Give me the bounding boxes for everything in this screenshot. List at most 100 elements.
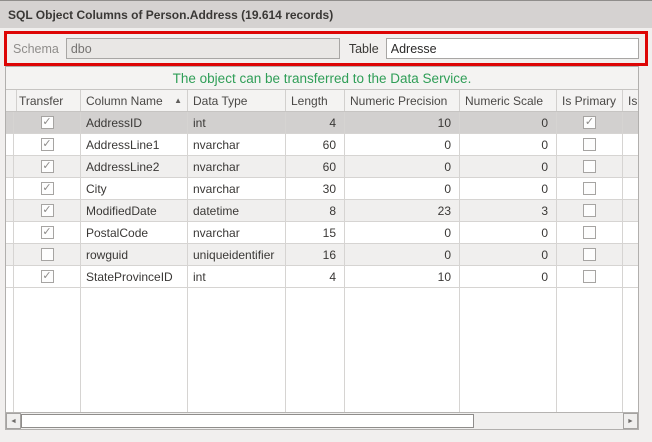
cell-transfer: ✓: [14, 222, 81, 243]
cell-column-name: AddressLine1: [81, 134, 188, 155]
cell-numeric-scale: 0: [460, 244, 557, 265]
is-primary-checkbox[interactable]: ✓: [583, 116, 596, 129]
row-indicator: [6, 112, 14, 133]
cell-numeric-precision: 0: [345, 134, 460, 155]
cell-length: 16: [286, 244, 345, 265]
header-transfer[interactable]: Transfer: [14, 90, 81, 111]
cell-numeric-scale: 3: [460, 200, 557, 221]
row-indicator: [6, 222, 14, 243]
grid-empty-area: [6, 288, 638, 412]
cell-transfer: ✓: [14, 266, 81, 287]
is-primary-checkbox[interactable]: [583, 138, 596, 151]
cell-is-primary: [557, 222, 623, 243]
transfer-checkbox[interactable]: ✓: [41, 204, 54, 217]
cell-data-type: nvarchar: [188, 178, 286, 199]
cell-length: 4: [286, 266, 345, 287]
transfer-checkbox[interactable]: ✓: [41, 226, 54, 239]
transfer-checkbox[interactable]: [41, 248, 54, 261]
header-is-cropped[interactable]: Is: [623, 90, 638, 111]
horizontal-scrollbar[interactable]: ◄ ►: [6, 412, 638, 429]
cell-column-name: StateProvinceID: [81, 266, 188, 287]
transfer-checkbox[interactable]: ✓: [41, 182, 54, 195]
transfer-checkbox[interactable]: ✓: [41, 138, 54, 151]
header-column-name[interactable]: Column Name ▲: [81, 90, 188, 111]
table-row[interactable]: ✓Citynvarchar3000: [6, 178, 638, 200]
row-indicator: [6, 244, 14, 265]
cell-length: 60: [286, 156, 345, 177]
cell-is-primary: [557, 178, 623, 199]
cell-numeric-scale: 0: [460, 222, 557, 243]
cell-data-type: int: [188, 112, 286, 133]
scroll-left-button[interactable]: ◄: [6, 413, 21, 429]
is-primary-checkbox[interactable]: [583, 270, 596, 283]
cell-transfer: ✓: [14, 134, 81, 155]
cell-length: 4: [286, 112, 345, 133]
is-primary-checkbox[interactable]: [583, 248, 596, 261]
cell-numeric-precision: 0: [345, 156, 460, 177]
scroll-left-icon: ◄: [10, 418, 17, 425]
cell-transfer: [14, 244, 81, 265]
cell-transfer: ✓: [14, 112, 81, 133]
cell-length: 8: [286, 200, 345, 221]
scroll-right-button[interactable]: ►: [623, 413, 638, 429]
scrollbar-track[interactable]: [474, 413, 623, 429]
table-row[interactable]: ✓StateProvinceIDint4100: [6, 266, 638, 288]
cell-data-type: nvarchar: [188, 222, 286, 243]
cell-is-cropped: [623, 134, 638, 155]
row-indicator: [6, 200, 14, 221]
header-length[interactable]: Length: [286, 90, 345, 111]
sort-ascending-icon: ▲: [174, 96, 182, 105]
cell-transfer: ✓: [14, 178, 81, 199]
table-row[interactable]: ✓AddressLine1nvarchar6000: [6, 134, 638, 156]
grid-header-row: Transfer Column Name ▲ Data Type Length …: [6, 89, 638, 112]
header-numeric-precision[interactable]: Numeric Precision: [345, 90, 460, 111]
cell-numeric-precision: 10: [345, 112, 460, 133]
cell-column-name: PostalCode: [81, 222, 188, 243]
table-label: Table: [349, 42, 379, 56]
cell-data-type: int: [188, 266, 286, 287]
cell-numeric-scale: 0: [460, 156, 557, 177]
cell-is-primary: [557, 244, 623, 265]
schema-label: Schema: [13, 42, 59, 56]
table-row[interactable]: ✓AddressLine2nvarchar6000: [6, 156, 638, 178]
cell-numeric-scale: 0: [460, 112, 557, 133]
row-indicator: [6, 134, 14, 155]
transfer-checkbox[interactable]: ✓: [41, 160, 54, 173]
scroll-right-icon: ►: [627, 418, 634, 425]
header-numeric-scale[interactable]: Numeric Scale: [460, 90, 557, 111]
row-indicator: [6, 178, 14, 199]
transfer-checkbox[interactable]: ✓: [41, 116, 54, 129]
cell-is-cropped: [623, 200, 638, 221]
scrollbar-thumb[interactable]: [21, 414, 474, 428]
cell-numeric-precision: 23: [345, 200, 460, 221]
cell-length: 60: [286, 134, 345, 155]
is-primary-checkbox[interactable]: [583, 182, 596, 195]
table-input[interactable]: [386, 38, 639, 59]
row-indicator: [6, 266, 14, 287]
table-row[interactable]: ✓AddressIDint4100✓: [6, 112, 638, 134]
is-primary-checkbox[interactable]: [583, 160, 596, 173]
cell-data-type: datetime: [188, 200, 286, 221]
cell-column-name: ModifiedDate: [81, 200, 188, 221]
table-row[interactable]: ✓ ModifiedDatedatetime8233: [6, 200, 638, 222]
header-is-primary[interactable]: Is Primary: [557, 90, 623, 111]
cell-numeric-precision: 0: [345, 244, 460, 265]
cell-data-type: uniqueidentifier: [188, 244, 286, 265]
cell-is-cropped: [623, 112, 638, 133]
cell-length: 30: [286, 178, 345, 199]
header-data-type[interactable]: Data Type: [188, 90, 286, 111]
cell-data-type: nvarchar: [188, 134, 286, 155]
cell-is-primary: [557, 200, 623, 221]
is-primary-checkbox[interactable]: [583, 226, 596, 239]
transfer-checkbox[interactable]: ✓: [41, 270, 54, 283]
window-title-bar: SQL Object Columns of Person.Address (19…: [0, 1, 652, 28]
cell-is-cropped: [623, 156, 638, 177]
table-row[interactable]: rowguiduniqueidentifier1600: [6, 244, 638, 266]
is-primary-checkbox[interactable]: [583, 204, 596, 217]
cell-length: 15: [286, 222, 345, 243]
object-name-panel: Schema Table: [4, 31, 648, 66]
grid-rows: ✓AddressIDint4100✓✓AddressLine1nvarchar6…: [6, 112, 638, 288]
table-row[interactable]: ✓PostalCodenvarchar1500: [6, 222, 638, 244]
row-indicator: [6, 156, 14, 177]
cell-numeric-precision: 10: [345, 266, 460, 287]
